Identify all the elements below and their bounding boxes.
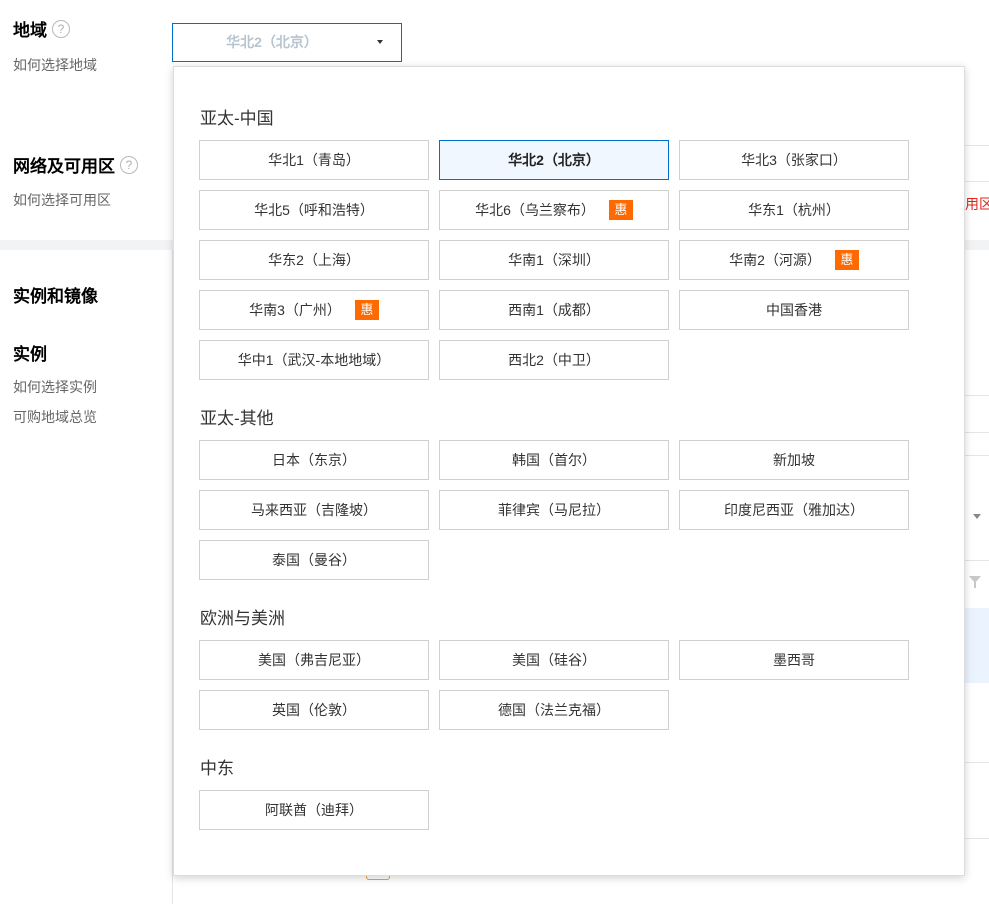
filter-icon-stem [974,582,976,588]
region-option-label: 日本（东京） [272,452,356,468]
network-section-title: 网络及可用区 ? [13,152,138,177]
region-option[interactable]: 印度尼西亚（雅加达） [679,490,909,530]
bg-divider [965,145,989,146]
bg-divider [965,455,989,456]
region-option[interactable]: 西南1（成都） [439,290,669,330]
region-option[interactable]: 华北3（张家口） [679,140,909,180]
region-option-label: 华南2（河源） [729,252,821,268]
region-group-title: 亚太-其他 [200,409,274,428]
instance-image-section-title: 实例和镜像 [13,282,98,307]
instance-title-text: 实例 [13,345,47,364]
region-option[interactable]: 美国（弗吉尼亚） [199,640,429,680]
region-option[interactable]: 泰国（曼谷） [199,540,429,580]
question-icon[interactable]: ? [120,155,138,174]
region-option[interactable]: 华南2（河源） 惠 [679,240,909,280]
region-option-label: 韩国（首尔） [512,452,596,468]
region-option-label: 新加坡 [773,452,815,468]
instance-help-link[interactable]: 如何选择实例 [13,377,97,397]
bg-divider [965,181,989,182]
region-option[interactable]: 阿联酋（迪拜） [199,790,429,830]
region-group-title: 欧洲与美洲 [200,609,285,628]
region-option[interactable]: 华北5（呼和浩特） [199,190,429,230]
region-select[interactable]: 华北2（北京） [172,23,402,62]
region-option-label: 华北2（北京） [508,152,600,168]
region-option-label: 西北2（中卫） [508,352,600,368]
region-option-label: 华南3（广州） [249,302,341,318]
region-option[interactable]: 新加坡 [679,440,909,480]
region-option[interactable]: 日本（东京） [199,440,429,480]
region-option[interactable]: 韩国（首尔） [439,440,669,480]
region-section-title: 地域 ? [13,16,70,41]
region-option[interactable]: 马来西亚（吉隆坡） [199,490,429,530]
bg-divider [965,560,989,561]
region-option-label: 华北1（青岛） [268,152,360,168]
region-option[interactable]: 菲律宾（马尼拉） [439,490,669,530]
instance-section-title: 实例 [13,340,47,365]
region-option[interactable]: 华中1（武汉-本地地域） [199,340,429,380]
region-group-title: 中东 [200,759,234,778]
region-option[interactable]: 华南3（广州） 惠 [199,290,429,330]
network-title-text: 网络及可用区 [13,157,115,176]
chevron-down-icon[interactable] [973,514,981,519]
region-title-text: 地域 [13,21,47,40]
region-option-label: 华北3（张家口） [741,152,847,168]
region-dropdown-panel: 亚太-中国华北1（青岛） 华北2（北京） 华北3（张家口） 华北5（呼和浩特） 华北6（… [173,66,965,876]
region-option-label: 西南1（成都） [508,302,600,318]
bg-divider [965,395,989,396]
region-option-label: 墨西哥 [773,652,815,668]
region-option[interactable]: 德国（法兰克福） [439,690,669,730]
region-option-label: 英国（伦敦） [272,702,356,718]
region-option-label: 德国（法兰克福） [498,702,610,718]
region-option-label: 华南1（深圳） [508,252,600,268]
region-option[interactable]: 华北1（青岛） [199,140,429,180]
region-option[interactable]: 西北2（中卫） [439,340,669,380]
zone-help-link[interactable]: 如何选择可用区 [13,190,111,210]
region-option-label: 美国（硅谷） [512,652,596,668]
region-option-label: 印度尼西亚（雅加达） [724,502,864,518]
question-icon[interactable]: ? [52,19,70,38]
region-option[interactable]: 华东2（上海） [199,240,429,280]
zone-warning-text: 用区， [965,196,989,212]
selected-row-highlight [965,608,989,683]
region-option[interactable]: 华东1（杭州） [679,190,909,230]
region-option[interactable]: 墨西哥 [679,640,909,680]
region-option-label: 阿联酋（迪拜） [265,802,363,818]
region-option[interactable]: 英国（伦敦） [199,690,429,730]
region-option-label: 美国（弗吉尼亚） [258,652,370,668]
region-option[interactable]: 华北2（北京） [439,140,669,180]
bg-divider [965,432,989,433]
caret-down-icon [377,40,383,44]
region-option-label: 华北5（呼和浩特） [254,202,374,218]
region-overview-link[interactable]: 可购地域总览 [13,407,97,427]
instance-image-title-text: 实例和镜像 [13,287,98,306]
promo-badge: 惠 [354,300,379,320]
region-option-label: 中国香港 [766,302,822,318]
region-select-value: 华北2（北京） [226,34,318,50]
region-option-label: 菲律宾（马尼拉） [498,502,610,518]
promo-badge: 惠 [834,250,859,270]
region-help-link[interactable]: 如何选择地域 [13,55,97,75]
region-option-label: 华东1（杭州） [748,202,840,218]
promo-badge: 惠 [608,200,633,220]
region-option-label: 马来西亚（吉隆坡） [251,502,377,518]
region-option[interactable]: 美国（硅谷） [439,640,669,680]
region-option-label: 华东2（上海） [268,252,360,268]
region-option[interactable]: 华南1（深圳） [439,240,669,280]
region-option[interactable]: 华北6（乌兰察布） 惠 [439,190,669,230]
region-option-label: 华北6（乌兰察布） [475,202,595,218]
bg-divider [965,838,989,839]
region-group-title: 亚太-中国 [200,109,274,128]
region-option[interactable]: 中国香港 [679,290,909,330]
region-option-label: 华中1（武汉-本地地域） [237,352,391,368]
bg-divider [965,762,989,763]
region-option-label: 泰国（曼谷） [272,552,356,568]
